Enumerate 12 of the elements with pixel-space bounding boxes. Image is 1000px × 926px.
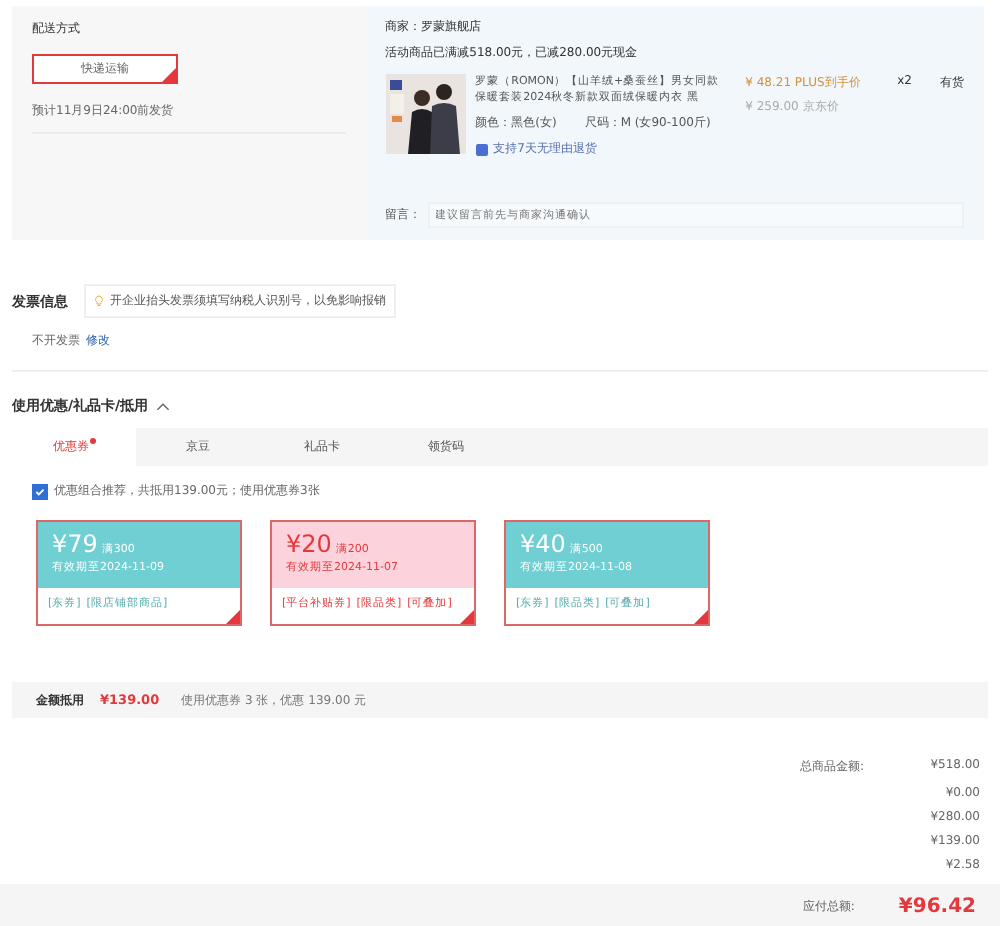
lightbulb-icon <box>94 294 104 308</box>
coupon-amount: ¥79 <box>52 530 98 558</box>
coupon-amount: ¥40 <box>520 530 566 558</box>
caret-icon[interactable] <box>156 401 171 411</box>
check-corner-icon <box>226 610 240 624</box>
check-corner-icon <box>694 610 708 624</box>
check-corner-icon <box>460 610 474 624</box>
checkbox[interactable] <box>32 483 48 499</box>
return-badge-icon <box>475 143 488 155</box>
check-corner-icon <box>162 68 176 82</box>
coupon-amount: ¥20 <box>286 530 332 558</box>
payable-amount: ¥96.42 <box>898 895 976 917</box>
